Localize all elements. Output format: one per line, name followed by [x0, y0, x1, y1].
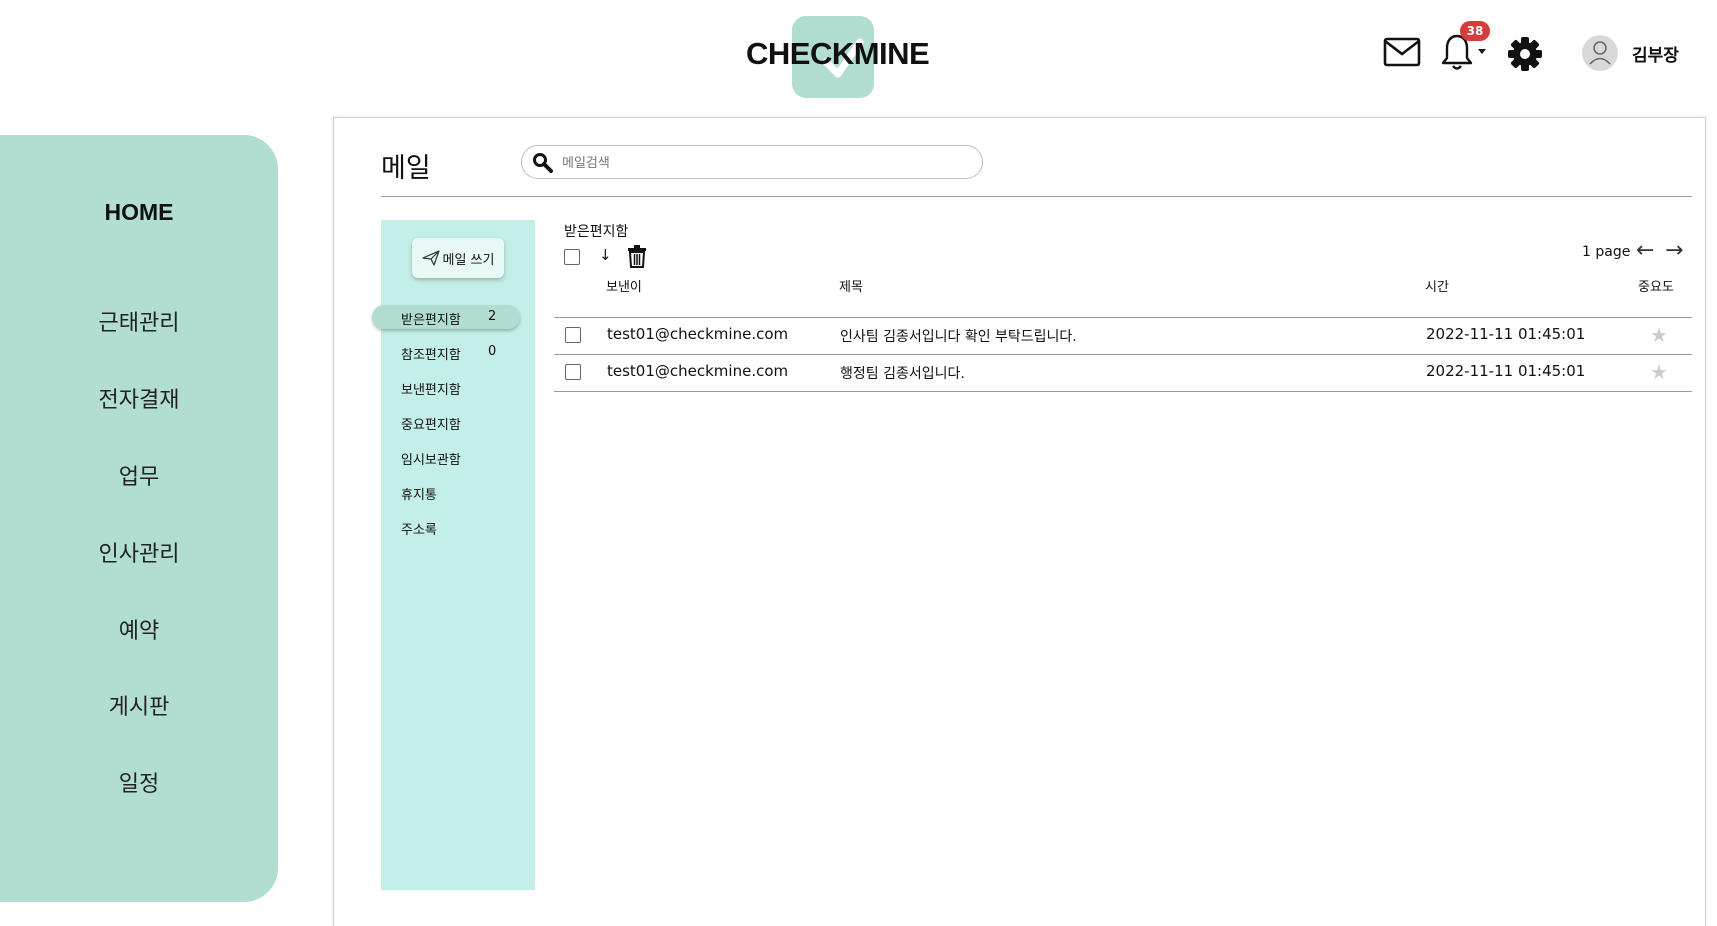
- gear-icon[interactable]: [1507, 36, 1543, 72]
- nav-item-schedule[interactable]: 일정: [0, 766, 278, 798]
- folder-trash[interactable]: 휴지통: [401, 484, 437, 503]
- sidebar-nav: HOME 근태관리 전자결재 업무 인사관리 예약 게시판 일정: [0, 135, 278, 902]
- column-importance: 중요도: [1638, 280, 1674, 295]
- star-icon[interactable]: ★: [1650, 360, 1668, 384]
- header-divider: [554, 317, 1692, 318]
- row-subject[interactable]: 행정팀 김종서입니다.: [840, 363, 965, 383]
- nav-item-board[interactable]: 게시판: [0, 689, 278, 721]
- row-subject[interactable]: 인사팀 김종서입니다 확인 부탁드립니다.: [840, 326, 1077, 346]
- folder-cc-count: 0: [488, 344, 497, 359]
- compose-label: 메일 쓰기: [442, 252, 495, 268]
- star-icon[interactable]: ★: [1650, 323, 1668, 347]
- search-icon: [533, 153, 553, 173]
- folder-inbox-count: 2: [488, 309, 497, 324]
- folder-inbox[interactable]: 받은편지함: [401, 309, 461, 328]
- folder-cc[interactable]: 참조편지함: [401, 344, 461, 363]
- nav-item-hr[interactable]: 인사관리: [0, 536, 278, 568]
- column-sender: 보낸이: [606, 280, 642, 295]
- prev-page-button[interactable]: ←: [1636, 238, 1654, 263]
- page-title: 메일: [381, 153, 431, 184]
- notification-badge: 38: [1460, 21, 1490, 41]
- nav-item-reservation[interactable]: 예약: [0, 613, 278, 645]
- next-page-button[interactable]: →: [1665, 238, 1683, 263]
- search-box[interactable]: [521, 145, 983, 179]
- folder-panel: 메일 쓰기 받은편지함 2 참조편지함 0 보낸편지함 중요편지함 임시보관함 …: [372, 220, 535, 890]
- row-time: 2022-11-11 01:45:01: [1426, 362, 1586, 380]
- mail-icon[interactable]: [1383, 37, 1421, 67]
- folder-important[interactable]: 중요편지함: [401, 414, 461, 433]
- logo-text: CHECKMINE: [746, 36, 930, 71]
- folder-address-book[interactable]: 주소록: [401, 519, 437, 538]
- send-icon: [421, 250, 440, 266]
- search-input[interactable]: [560, 152, 964, 174]
- avatar[interactable]: [1582, 35, 1618, 71]
- list-folder-title: 받은편지함: [564, 224, 629, 240]
- nav-item-home[interactable]: HOME: [0, 199, 278, 226]
- row-divider: [554, 354, 1692, 355]
- row-sender[interactable]: test01@checkmine.com: [607, 362, 788, 380]
- folder-drafts[interactable]: 임시보관함: [401, 449, 461, 468]
- page-indicator: 1 page: [1582, 244, 1631, 260]
- sort-button[interactable]: ↓: [599, 246, 612, 264]
- user-name[interactable]: 김부장: [1632, 41, 1679, 66]
- nav-item-work[interactable]: 업무: [0, 459, 278, 491]
- row-divider: [554, 391, 1692, 392]
- user-icon: [1589, 41, 1611, 65]
- row-time: 2022-11-11 01:45:01: [1426, 325, 1586, 343]
- logo[interactable]: CHECKMINE: [746, 16, 930, 98]
- nav-item-approval[interactable]: 전자결재: [0, 382, 278, 414]
- row-checkbox[interactable]: [565, 364, 581, 380]
- title-divider: [381, 196, 1692, 197]
- trash-icon[interactable]: [627, 244, 647, 268]
- mail-panel: 메일 메일 쓰기 받은편지함 2 참조편지함 0 보낸편지함 중요편지함 임시보…: [333, 117, 1706, 926]
- column-subject: 제목: [839, 280, 863, 295]
- select-all-checkbox[interactable]: [564, 249, 580, 265]
- compose-button[interactable]: 메일 쓰기: [412, 238, 504, 278]
- row-checkbox[interactable]: [565, 327, 581, 343]
- row-sender[interactable]: test01@checkmine.com: [607, 325, 788, 343]
- nav-item-attendance[interactable]: 근태관리: [0, 305, 278, 337]
- folder-sent[interactable]: 보낸편지함: [401, 379, 461, 398]
- column-time: 시간: [1425, 280, 1449, 295]
